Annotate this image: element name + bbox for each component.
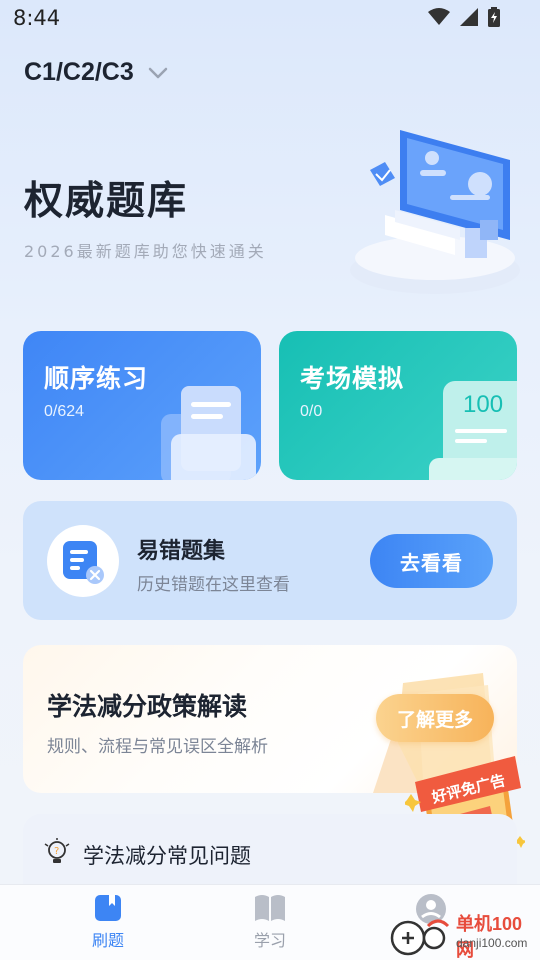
nav-tab-study[interactable]: 学习 (220, 893, 320, 951)
mock-exam-card[interactable]: 考场模拟 0/0 100 (279, 331, 517, 480)
status-icons (428, 7, 500, 27)
learn-more-button[interactable]: 了解更多 (376, 694, 494, 742)
license-type-selector[interactable]: C1/C2/C3 (24, 58, 168, 87)
nav-tab-study-label: 学习 (253, 931, 286, 950)
sequential-practice-card[interactable]: 顺序练习 0/624 (23, 331, 261, 480)
nav-tab-practice-label: 刷题 (91, 931, 124, 950)
mistakes-title: 易错题集 (137, 539, 226, 564)
mock-exam-title: 考场模拟 (300, 364, 405, 393)
watermark-main-text: 单机100网 (456, 914, 523, 960)
wifi-icon (428, 8, 450, 25)
mistakes-description: 历史错题在这里查看 (137, 575, 290, 595)
policy-description: 规则、流程与常见误区全解析 (47, 737, 268, 757)
mistakes-icon-wrap (47, 525, 119, 597)
open-book-icon (255, 895, 285, 921)
license-type-label: C1/C2/C3 (24, 58, 134, 86)
signal-icon (460, 8, 478, 26)
watermark-sub-text: danji100.com (456, 936, 528, 950)
mistakes-collection-card[interactable]: 易错题集 历史错题在这里查看 去看看 (23, 501, 517, 620)
hero-title: 权威题库 (24, 179, 189, 224)
status-bar: 8:44 (0, 0, 540, 36)
certificate-illustration (350, 130, 520, 294)
status-time: 8:44 (13, 6, 61, 30)
faq-label: 学法减分常见问题 (83, 844, 251, 868)
view-mistakes-button[interactable]: 去看看 (370, 534, 493, 588)
chevron-down-icon (148, 67, 168, 78)
nav-tab-practice[interactable]: 刷题 (58, 893, 158, 951)
mock-exam-progress: 0/0 (300, 403, 323, 420)
lightbulb-icon: ? (44, 838, 70, 863)
sequential-practice-progress: 0/624 (44, 403, 85, 420)
score-board-number: 100 (463, 391, 504, 418)
documents-icon (161, 386, 256, 480)
site-watermark: 单机100网 danji100.com (388, 910, 540, 960)
hero-subtitle: 2026最新题库助您快速通关 (24, 242, 267, 261)
sequential-practice-title: 顺序练习 (44, 364, 149, 393)
faq-card[interactable]: ? 学法减分常见问题 (23, 814, 517, 894)
battery-charging-icon (488, 7, 500, 27)
error-list-icon (63, 541, 104, 584)
policy-title: 学法减分政策解读 (47, 692, 248, 721)
svg-text:?: ? (54, 846, 59, 857)
watermark-logo-icon (390, 919, 450, 956)
book-icon (95, 895, 121, 921)
